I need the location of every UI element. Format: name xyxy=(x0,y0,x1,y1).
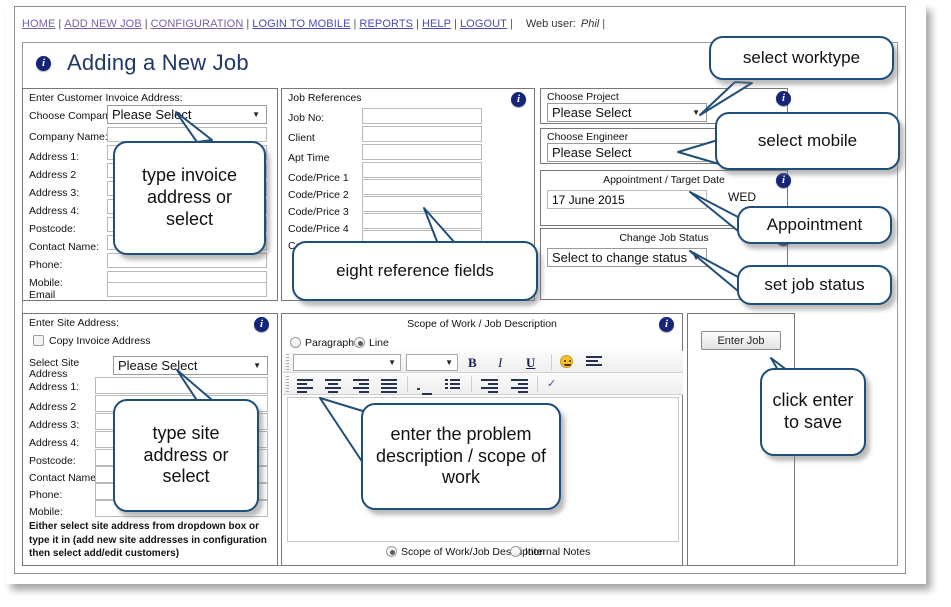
callout-eight-reference-fields: eight reference fields xyxy=(292,241,538,301)
callout-appointment: Appointment xyxy=(737,206,892,244)
callout-click-enter-to-save: click enter to save xyxy=(760,368,866,456)
callout-select-mobile: select mobile xyxy=(715,112,900,170)
callout-set-job-status: set job status xyxy=(737,265,892,305)
callout-enter-problem-description: enter the problem description / scope of… xyxy=(361,403,561,510)
callout-select-worktype: select worktype xyxy=(709,36,894,80)
screenshot-root: HOME | ADD NEW JOB | CONFIGURATION | LOGIN TO … xyxy=(0,0,951,607)
callout-type-invoice-address: type invoice address or select xyxy=(113,141,266,255)
callout-type-site-address: type site address or select xyxy=(113,399,259,512)
